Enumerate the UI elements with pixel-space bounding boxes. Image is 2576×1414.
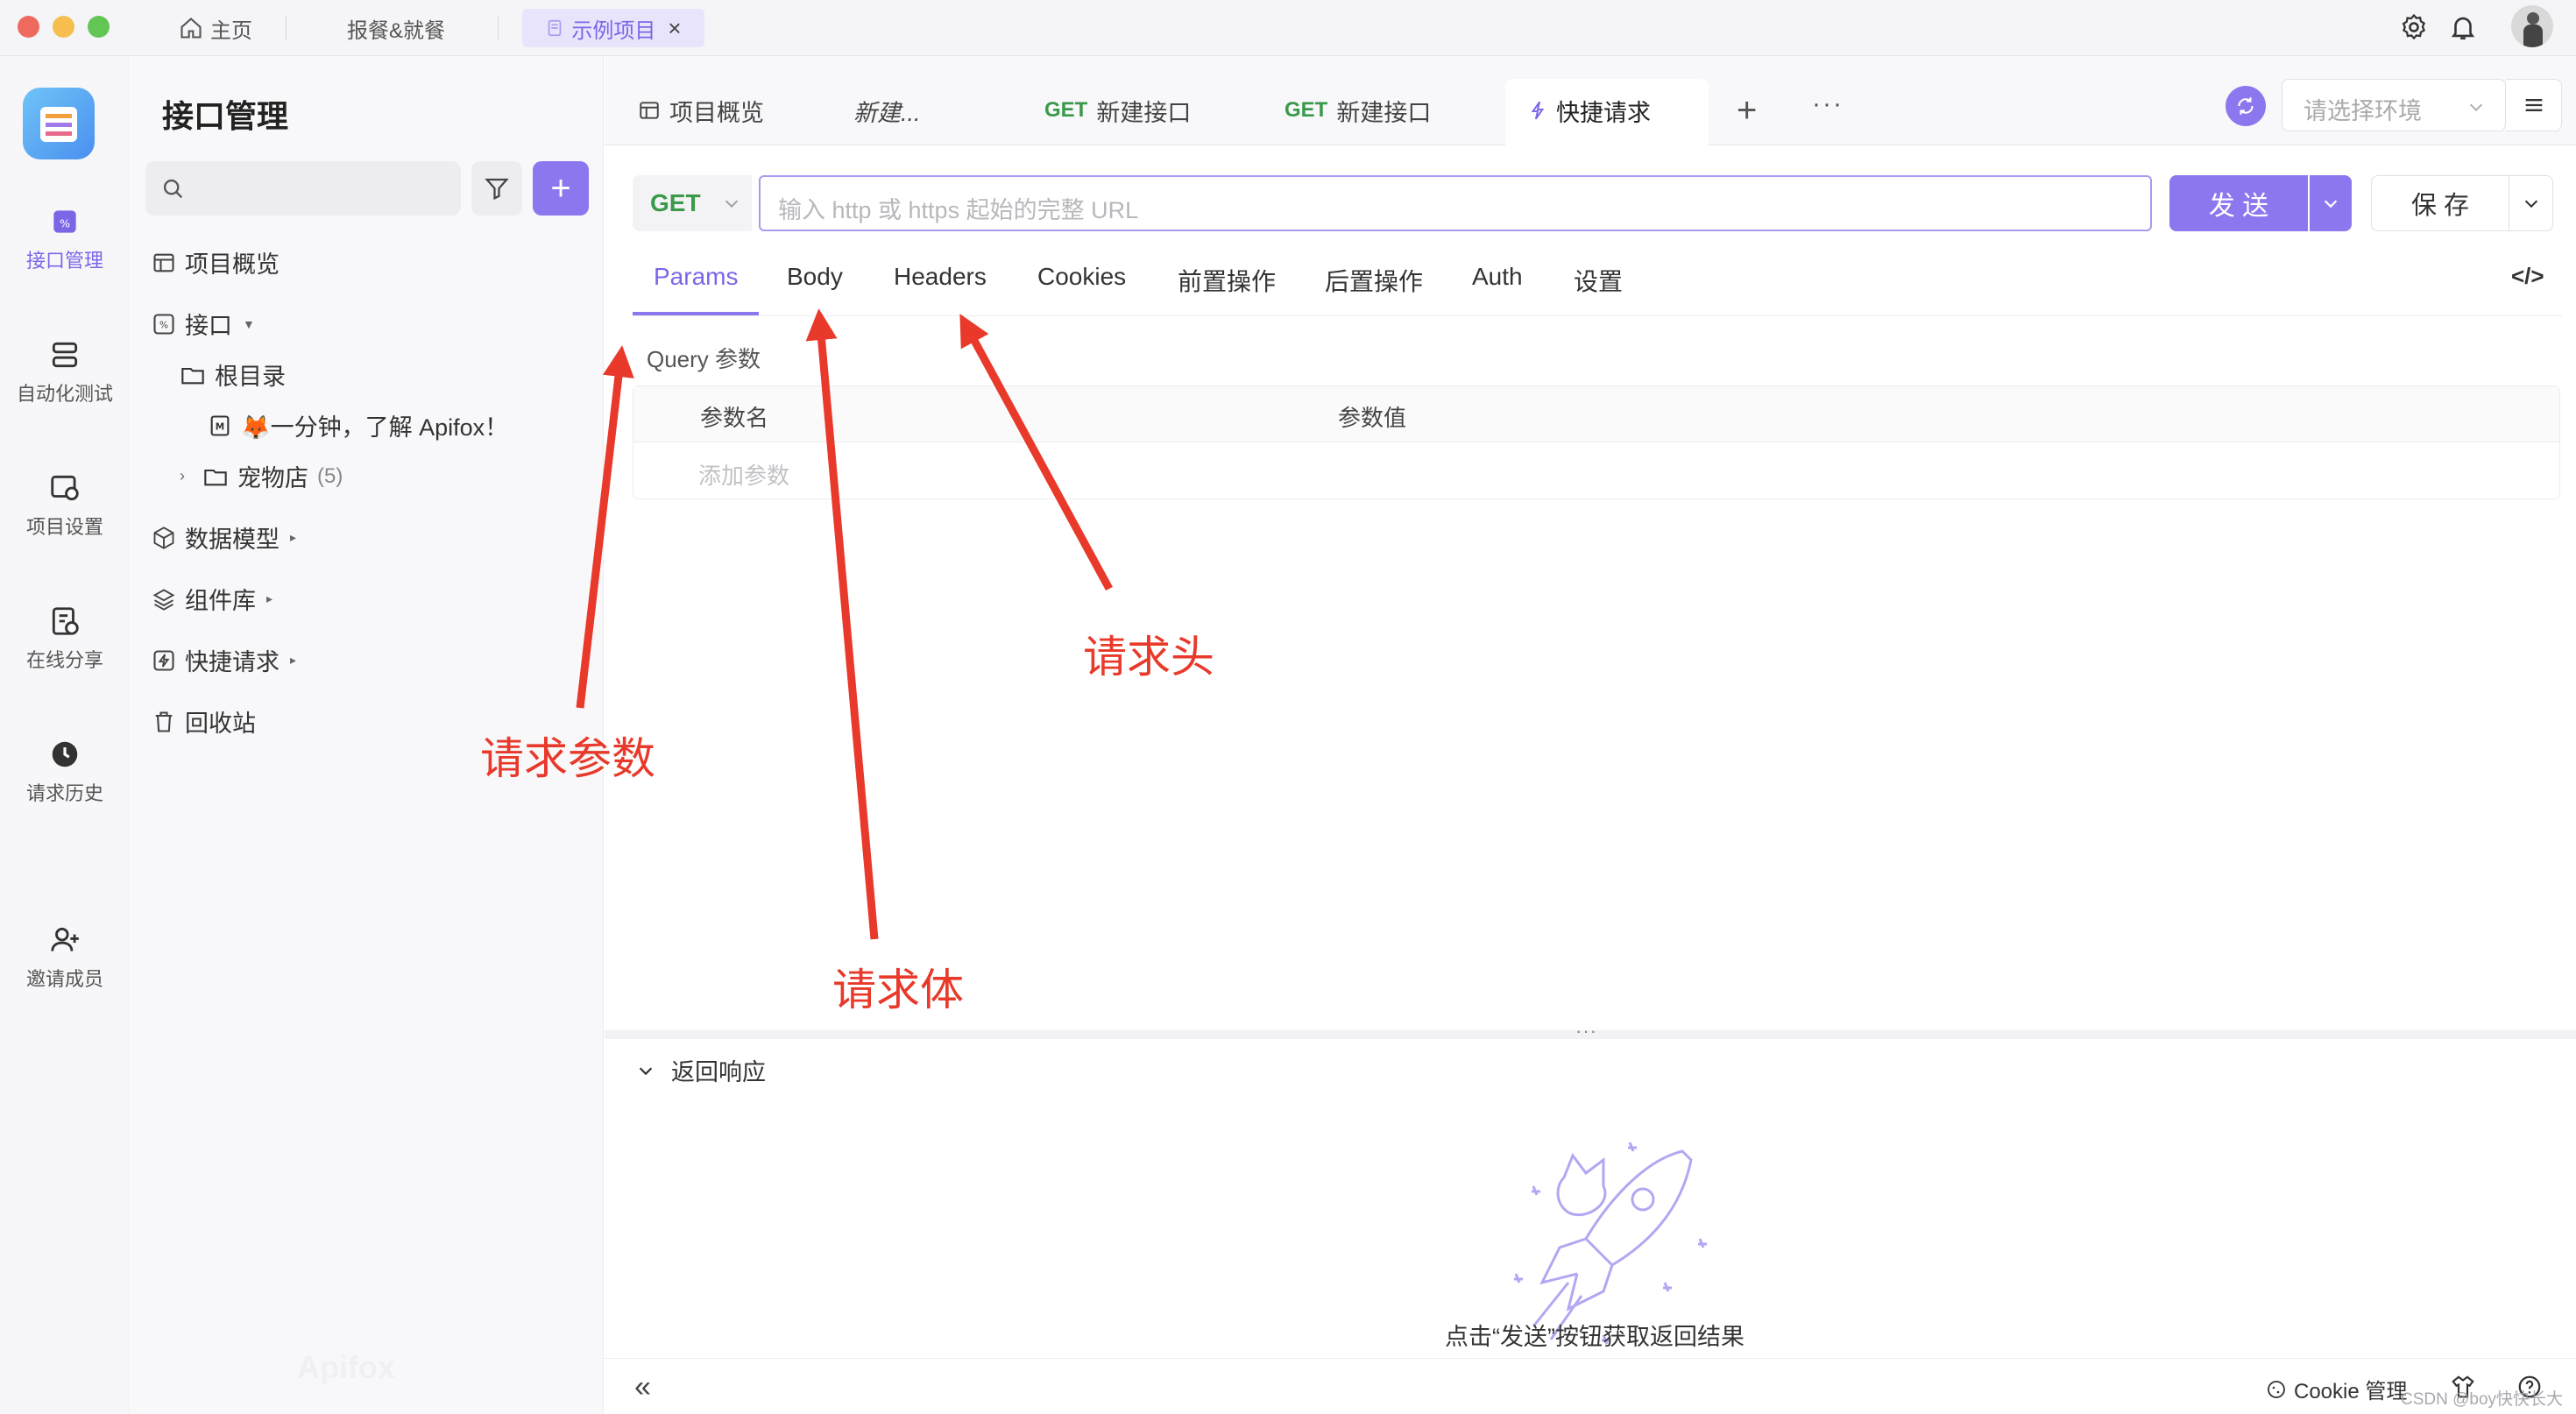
arrow-to-body: [805, 308, 879, 940]
annotation-headers-label: 请求头: [1083, 633, 1214, 682]
annotation-arrows: [576, 308, 1113, 940]
arrow-to-headers: [959, 314, 1113, 591]
annotation-params-label: 请求参数: [480, 734, 655, 783]
annotation-body-label: 请求体: [832, 965, 964, 1015]
arrow-to-params: [576, 345, 634, 709]
